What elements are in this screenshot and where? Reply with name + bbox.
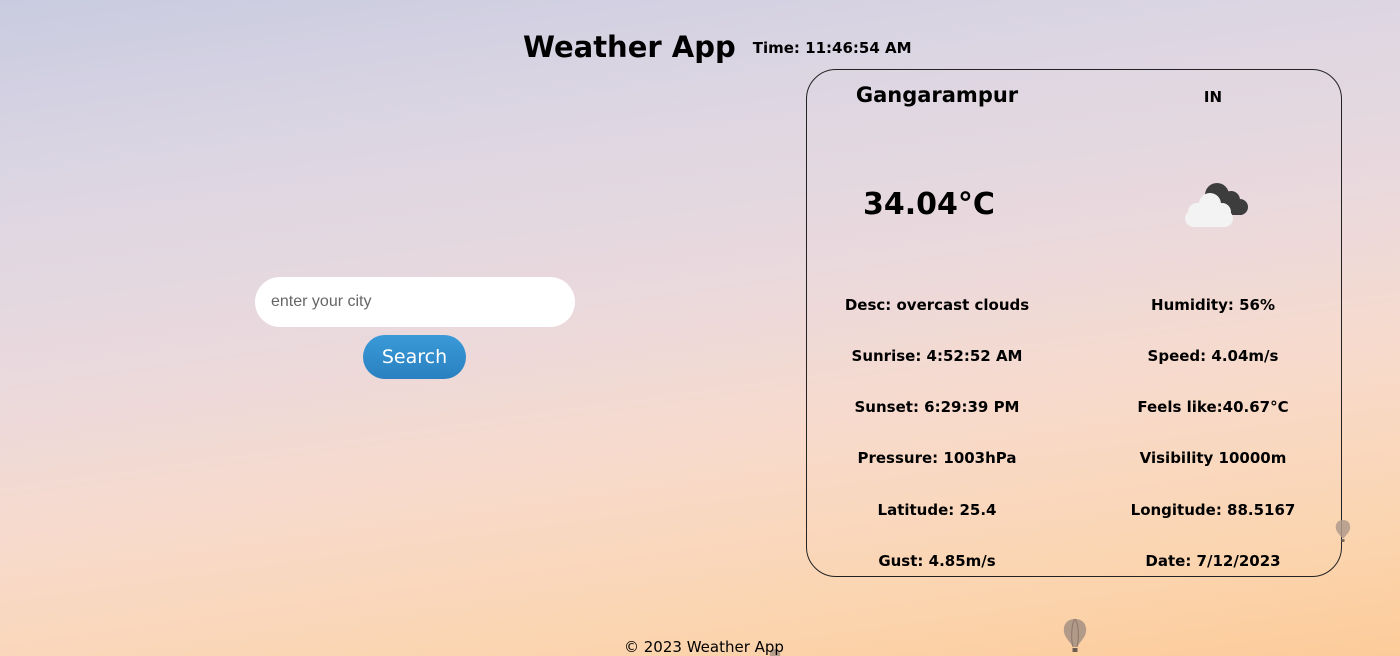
header: Weather App Time: 11:46:54 AM [523, 30, 912, 64]
sunrise: Sunrise: 4:52:52 AM [851, 347, 1023, 365]
footer-copyright: © 2023 Weather App [624, 638, 784, 656]
country-code: IN [1203, 88, 1223, 106]
city-name: Gangarampur [855, 83, 1019, 107]
latitude: Latitude: 25.4 [877, 501, 997, 519]
visibility: Visibility 10000m [1139, 449, 1287, 467]
hot-air-balloon-icon [1063, 618, 1087, 652]
sunset: Sunset: 6:29:39 PM [854, 398, 1020, 416]
search-button[interactable]: Search [363, 335, 466, 379]
pressure: Pressure: 1003hPa [857, 449, 1017, 467]
humidity: Humidity: 56% [1151, 296, 1275, 314]
description: Desc: overcast clouds [844, 296, 1030, 314]
date: Date: 7/12/2023 [1145, 552, 1281, 570]
cloud-icon [1185, 183, 1248, 227]
temperature: 34.04°C [863, 187, 995, 222]
feels-like: Feels like:40.67°C [1137, 398, 1289, 416]
hot-air-balloon-icon [1335, 520, 1351, 542]
clock: Time: 11:46:54 AM [753, 39, 912, 57]
search-form: Search [255, 277, 575, 379]
weather-card: Gangarampur IN 34.04°C Desc: overcast cl… [806, 69, 1342, 577]
wind-speed: Speed: 4.04m/s [1147, 347, 1279, 365]
city-search-input[interactable] [255, 277, 575, 327]
time-label: Time: [752, 39, 800, 57]
longitude: Longitude: 88.5167 [1130, 501, 1296, 519]
time-value: 11:46:54 AM [805, 39, 912, 57]
gust: Gust: 4.85m/s [878, 552, 996, 570]
app-title: Weather App [523, 30, 736, 64]
